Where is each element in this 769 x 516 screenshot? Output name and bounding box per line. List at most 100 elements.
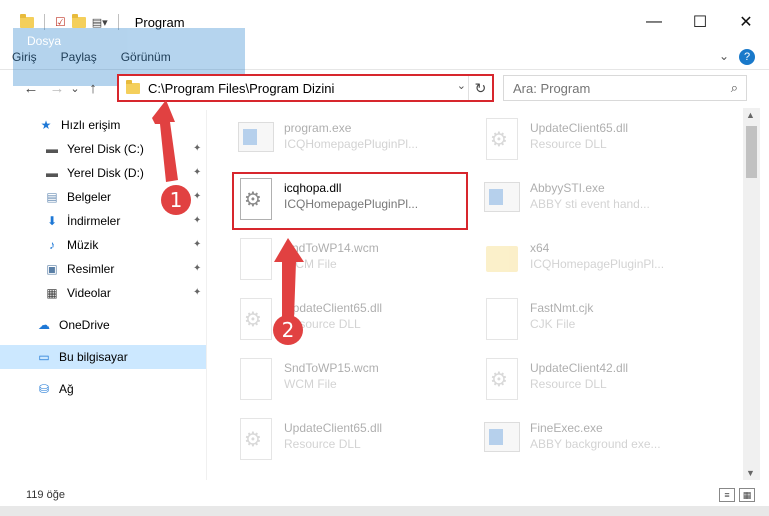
- pin-icon[interactable]: ✦: [193, 143, 201, 154]
- scroll-thumb[interactable]: [746, 126, 757, 178]
- file-item[interactable]: ⚙ UpdateClient65.dll Resource DLL: [236, 412, 468, 470]
- file-type: ABBY background exe...: [530, 437, 661, 451]
- music-icon: ♪: [49, 238, 55, 252]
- view-switcher: ≡ ▦: [719, 488, 755, 502]
- sidebar-item-label: Resimler: [67, 262, 115, 276]
- sidebar-item-label: Belgeler: [67, 190, 112, 204]
- item-count: 119 öğe: [26, 489, 65, 501]
- file-name: FineExec.exe: [530, 421, 603, 435]
- file-item[interactable]: FastNmt.cjk CJK File: [482, 292, 714, 350]
- minimize-button[interactable]: —: [631, 0, 677, 44]
- file-name: UpdateClient65.dll: [530, 121, 629, 135]
- sidebar-item-label: Ağ: [59, 382, 74, 396]
- drive-icon: ▬: [46, 142, 58, 156]
- file-item[interactable]: ⚙ UpdateClient42.dll Resource DLL: [482, 352, 714, 410]
- file-type: WCM File: [284, 377, 337, 391]
- dll-file-icon: ⚙: [236, 418, 276, 464]
- generic-file-icon: [482, 298, 522, 344]
- generic-file-icon: [236, 238, 276, 284]
- sidebar-item-label: OneDrive: [59, 318, 110, 332]
- file-name: UpdateClient42.dll: [530, 361, 629, 375]
- pin-icon[interactable]: ✦: [193, 167, 201, 178]
- file-name: AbbyySTI.exe: [530, 181, 605, 195]
- sidebar-item-music[interactable]: ♪ Müzik ✦: [0, 233, 207, 257]
- generic-file-icon: [236, 358, 276, 404]
- sidebar-item-this-pc[interactable]: ▭ Bu bilgisayar: [0, 345, 207, 369]
- drive-icon: ▬: [46, 166, 58, 180]
- sidebar-item-network[interactable]: ⛁ Ağ: [0, 377, 207, 401]
- file-item[interactable]: AbbyySTI.exe ABBY sti event hand...: [482, 172, 714, 230]
- expand-ribbon-icon[interactable]: ⌄: [719, 49, 729, 63]
- maximize-button[interactable]: ☐: [677, 0, 723, 44]
- sidebar-item-label: Yerel Disk (C:): [67, 142, 144, 156]
- sidebar-item-disk-c[interactable]: ▬ Yerel Disk (C:) ✦: [0, 137, 207, 161]
- computer-icon: ▭: [38, 350, 50, 364]
- bottom-edge: [0, 506, 769, 516]
- exe-file-icon: [236, 118, 276, 164]
- recent-locations-button[interactable]: ⌄: [68, 82, 82, 95]
- step-1-badge: 1: [161, 185, 191, 215]
- documents-icon: ▤: [46, 190, 58, 204]
- file-type: WCM File: [284, 257, 337, 271]
- file-item[interactable]: ⚙ UpdateClient65.dll Resource DLL: [482, 112, 714, 170]
- sidebar-item-onedrive[interactable]: ☁ OneDrive: [0, 313, 207, 337]
- sidebar-item-disk-d[interactable]: ▬ Yerel Disk (D:) ✦: [0, 161, 207, 185]
- search-box[interactable]: ⌕: [503, 75, 747, 101]
- sidebar-item-pictures[interactable]: ▣ Resimler ✦: [0, 257, 207, 281]
- file-item[interactable]: ⚙ UpdateClient65.dll Resource DLL: [236, 292, 468, 350]
- ribbon-tabs: Dosya Giriş Paylaş Görünüm ⌄ ?: [0, 27, 769, 86]
- pane-divider[interactable]: [206, 110, 207, 480]
- file-item[interactable]: SndToWP14.wcm WCM File: [236, 232, 468, 290]
- file-type: CJK File: [530, 317, 576, 331]
- search-input[interactable]: [513, 80, 713, 96]
- sidebar-item-videos[interactable]: ▦ Videolar ✦: [0, 281, 207, 305]
- details-view-icon[interactable]: ≡: [719, 488, 735, 502]
- dll-file-icon: ⚙: [482, 358, 522, 404]
- window-controls: — ☐ ✕: [631, 0, 769, 44]
- file-type: Resource DLL: [530, 137, 607, 151]
- videos-icon: ▦: [46, 286, 58, 300]
- navigation-pane: ★ Hızlı erişim ▬ Yerel Disk (C:) ✦ ▬ Yer…: [0, 110, 207, 480]
- close-button[interactable]: ✕: [723, 0, 769, 44]
- back-button[interactable]: ←: [20, 80, 42, 97]
- file-item[interactable]: x64 ICQHomepagePluginPl...: [482, 232, 714, 290]
- pictures-icon: ▣: [46, 262, 58, 276]
- sidebar-item-label: İndirmeler: [67, 214, 121, 228]
- file-name: program.exe: [284, 121, 352, 135]
- address-highlight-box: [117, 74, 494, 102]
- new-folder-icon[interactable]: [71, 13, 86, 28]
- vertical-scrollbar[interactable]: ▲ ▼: [743, 108, 760, 480]
- sidebar-item-label: Bu bilgisayar: [59, 350, 128, 364]
- file-type: ICQHomepagePluginPl...: [284, 137, 419, 151]
- pin-icon[interactable]: ✦: [193, 263, 201, 274]
- sidebar-item-label: Müzik: [67, 238, 99, 252]
- status-bar: 119 öğe ≡ ▦: [0, 484, 769, 506]
- scroll-down-icon[interactable]: ▼: [746, 468, 755, 478]
- up-button[interactable]: ↑: [82, 80, 104, 97]
- file-highlight-box: [232, 172, 468, 230]
- exe-file-icon: [482, 418, 522, 464]
- help-icon[interactable]: ?: [739, 49, 755, 65]
- sidebar-item-quick-access[interactable]: ★ Hızlı erişim: [0, 113, 207, 137]
- forward-button[interactable]: →: [46, 80, 68, 97]
- file-name: UpdateClient65.dll: [284, 301, 383, 315]
- pin-icon[interactable]: ✦: [193, 239, 201, 250]
- sidebar-item-label: Hızlı erişim: [61, 118, 121, 132]
- search-icon[interactable]: ⌕: [731, 80, 738, 96]
- download-icon: ⬇: [46, 214, 58, 228]
- large-icons-view-icon[interactable]: ▦: [739, 488, 755, 502]
- file-type: ABBY sti event hand...: [530, 197, 650, 211]
- sidebar-item-label: Yerel Disk (D:): [67, 166, 144, 180]
- cloud-icon: ☁: [38, 318, 50, 332]
- step-2-badge: 2: [273, 315, 303, 345]
- pin-icon[interactable]: ✦: [193, 215, 201, 226]
- folder-icon: [482, 238, 522, 284]
- file-item[interactable]: SndToWP15.wcm WCM File: [236, 352, 468, 410]
- scroll-up-icon[interactable]: ▲: [746, 110, 755, 120]
- pin-icon[interactable]: ✦: [193, 191, 201, 202]
- file-item[interactable]: program.exe ICQHomepagePluginPl...: [236, 112, 468, 170]
- folder-icon: [20, 13, 34, 28]
- file-name: UpdateClient65.dll: [284, 421, 383, 435]
- file-item[interactable]: FineExec.exe ABBY background exe...: [482, 412, 714, 470]
- pin-icon[interactable]: ✦: [193, 287, 201, 298]
